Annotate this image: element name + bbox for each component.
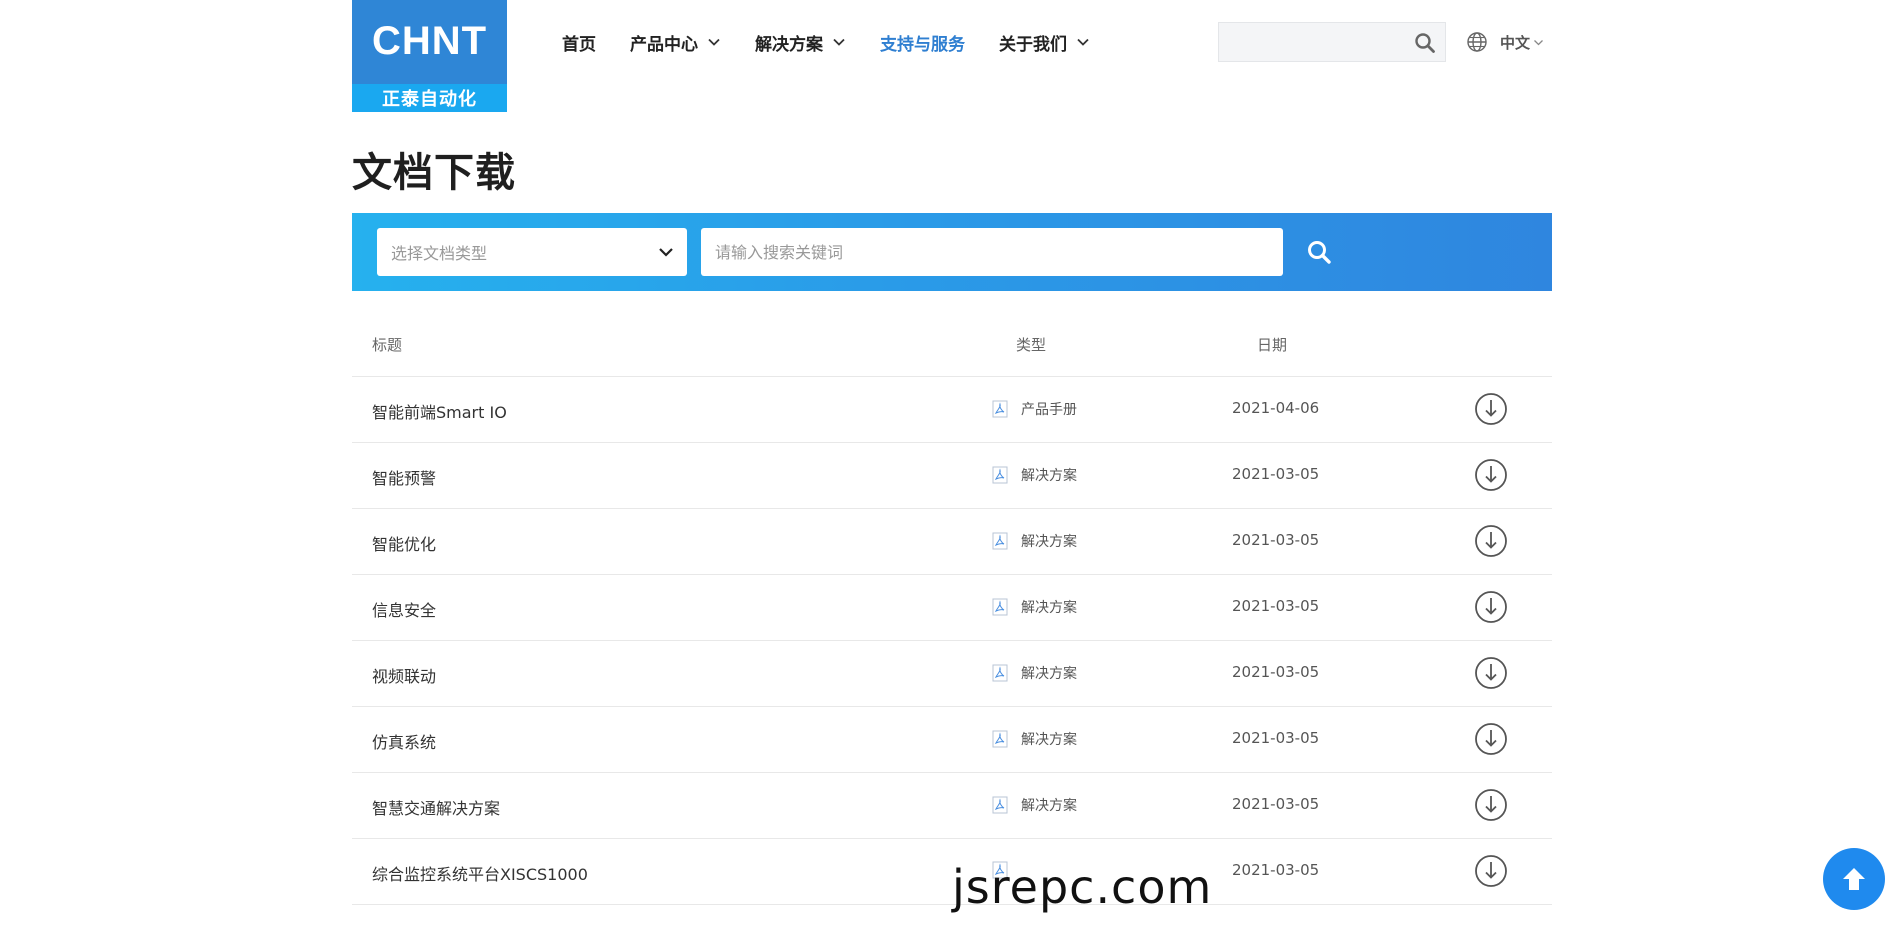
document-type: 解决方案 (992, 795, 1077, 815)
download-icon[interactable] (1474, 458, 1508, 492)
nav-item-label: 关于我们 (999, 34, 1067, 55)
document-date: 2021-03-05 (1232, 729, 1320, 747)
document-title[interactable]: 仿真系统 (372, 729, 436, 753)
document-date: 2021-03-05 (1232, 465, 1320, 483)
nav-item-home[interactable]: 首页 (562, 30, 596, 55)
pdf-icon (992, 466, 1008, 484)
search-banner: 选择文档类型 (352, 213, 1552, 291)
nav-item-products[interactable]: 产品中心 (630, 30, 721, 55)
chevron-down-icon (708, 38, 720, 46)
column-header-date: 日期 (1257, 336, 1288, 354)
chevron-down-icon (1077, 38, 1089, 46)
document-title[interactable]: 智能优化 (372, 531, 436, 555)
document-date: 2021-03-05 (1232, 663, 1320, 681)
page: CHNT 正泰自动化 首页 产品中心 解决方案 支持与服务 关于我们 中文 文档… (0, 0, 1903, 935)
nav-item-about[interactable]: 关于我们 (999, 30, 1090, 55)
table-row[interactable]: 智能前端Smart IO 产品手册 2021-04-06 (352, 377, 1552, 443)
logo-text: CHNT (371, 18, 488, 63)
document-type-label: 解决方案 (1021, 732, 1077, 748)
pdf-icon (992, 796, 1008, 814)
nav-item-label: 产品中心 (630, 34, 698, 55)
table-row[interactable]: 智能优化 解决方案 2021-03-05 (352, 509, 1552, 575)
chevron-down-icon (659, 248, 673, 257)
pdf-icon (992, 664, 1008, 682)
search-button[interactable] (1295, 228, 1343, 276)
language-label: 中文 (1500, 33, 1531, 52)
nav-item-support[interactable]: 支持与服务 (880, 30, 965, 55)
table-row[interactable]: 信息安全 解决方案 2021-03-05 (352, 575, 1552, 641)
document-type: 解决方案 (992, 465, 1077, 485)
nav-item-solutions[interactable]: 解决方案 (755, 30, 846, 55)
document-type-label: 产品手册 (1021, 402, 1077, 418)
download-icon[interactable] (1474, 854, 1508, 888)
column-header-title: 标题 (372, 336, 403, 354)
globe-icon (1467, 32, 1487, 52)
download-icon[interactable] (1474, 788, 1508, 822)
nav-item-label: 解决方案 (755, 34, 823, 55)
column-header-type: 类型 (1016, 336, 1047, 354)
document-type: 解决方案 (992, 531, 1077, 551)
documents-table: 标题 类型 日期 智能前端Smart IO 产品手册 2021-04-06 智能预警解… (352, 310, 1552, 905)
document-date: 2021-03-05 (1232, 531, 1320, 549)
document-title[interactable]: 信息安全 (372, 597, 436, 621)
table-row[interactable]: 智能预警 解决方案 2021-03-05 (352, 443, 1552, 509)
nav-item-label: 支持与服务 (880, 34, 965, 55)
document-type-label: 解决方案 (1021, 798, 1077, 814)
download-icon[interactable] (1474, 722, 1508, 756)
page-title: 文档下载 (352, 150, 516, 196)
back-to-top-button[interactable] (1823, 848, 1885, 910)
document-type: 解决方案 (992, 597, 1077, 617)
document-type: 解决方案 (992, 663, 1077, 683)
select-placeholder: 选择文档类型 (391, 244, 488, 263)
document-title[interactable]: 智能前端Smart IO (372, 399, 507, 423)
document-date: 2021-03-05 (1232, 597, 1320, 615)
main-nav: 首页 产品中心 解决方案 支持与服务 关于我们 (562, 28, 1124, 56)
nav-item-label: 首页 (562, 34, 596, 55)
document-type-select[interactable]: 选择文档类型 (377, 228, 687, 276)
header-search-input[interactable] (1218, 22, 1446, 62)
pdf-icon (992, 400, 1008, 418)
document-date: 2021-03-05 (1232, 861, 1320, 879)
document-title[interactable]: 智能预警 (372, 465, 436, 489)
table-body: 智能前端Smart IO 产品手册 2021-04-06 智能预警 解决方案 2021-0… (352, 377, 1552, 905)
keyword-search-input[interactable] (701, 228, 1283, 276)
search-icon[interactable] (1414, 32, 1436, 54)
document-date: 2021-03-05 (1232, 795, 1320, 813)
pdf-icon (992, 532, 1008, 550)
download-icon[interactable] (1474, 392, 1508, 426)
table-row[interactable]: 仿真系统 解决方案 2021-03-05 (352, 707, 1552, 773)
document-date: 2021-04-06 (1232, 399, 1320, 417)
document-type-label: 解决方案 (1021, 600, 1077, 616)
document-title[interactable]: 视频联动 (372, 663, 436, 687)
chevron-down-icon (1534, 39, 1543, 45)
logo-subtext: 正泰自动化 (352, 84, 507, 112)
document-type: 产品手册 (992, 399, 1077, 419)
table-header: 标题 类型 日期 (352, 310, 1552, 377)
language-switcher[interactable]: 中文 (1466, 29, 1544, 55)
search-icon (1308, 241, 1331, 264)
document-title[interactable]: 智慧交通解决方案 (372, 795, 500, 819)
arrow-up-icon (1843, 868, 1865, 890)
download-icon[interactable] (1474, 656, 1508, 690)
download-icon[interactable] (1474, 524, 1508, 558)
document-type-label: 解决方案 (1021, 534, 1077, 550)
logo[interactable]: CHNT 正泰自动化 (352, 0, 507, 112)
document-type: 解决方案 (992, 729, 1077, 749)
pdf-icon (992, 730, 1008, 748)
document-type-label: 解决方案 (1021, 468, 1077, 484)
table-row[interactable]: 视频联动 解决方案 2021-03-05 (352, 641, 1552, 707)
pdf-icon (992, 598, 1008, 616)
chevron-down-icon (833, 38, 845, 46)
download-icon[interactable] (1474, 590, 1508, 624)
main-container: CHNT 正泰自动化 首页 产品中心 解决方案 支持与服务 关于我们 中文 文档… (352, 0, 1552, 935)
document-type-label: 解决方案 (1021, 666, 1077, 682)
document-title[interactable]: 综合监控系统平台XISCS1000 (372, 861, 588, 885)
table-row[interactable]: 智慧交通解决方案 解决方案 2021-03-05 (352, 773, 1552, 839)
watermark: jsrepc.com (952, 860, 1213, 914)
